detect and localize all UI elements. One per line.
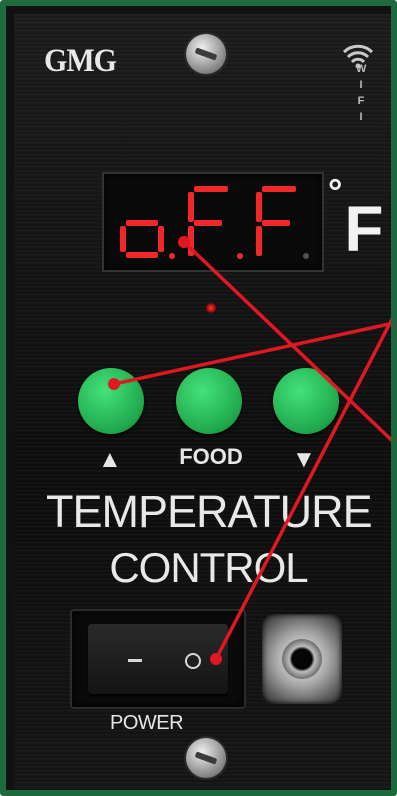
display-digit-2 [256,186,296,256]
power-on-mark [185,653,201,669]
power-switch[interactable] [88,624,228,694]
panel-title-line1: TEMPERATURE [46,486,373,537]
probe-jack[interactable] [262,614,342,704]
seven-segment-readout [120,186,309,259]
brand-logo: GMG [44,42,117,79]
status-led [206,303,216,313]
wifi-letter: I [359,111,363,123]
food-button[interactable] [176,368,242,434]
up-arrow-icon: ▲ [98,446,122,473]
degree-symbol: ° [328,171,343,212]
bottom-screw [186,738,226,778]
display-dot [303,253,309,259]
display-dot [169,253,175,259]
unit-label: °F [328,171,384,260]
wifi-letter: W [356,63,367,75]
power-label: POWER [110,712,184,734]
panel-title-line2: CONTROL [109,544,308,591]
controller-frame: GMG W I F I °F ▲ FOOD ▼ TEMPERATURE CONT… [0,0,397,796]
down-arrow-icon: ▼ [292,446,316,473]
wifi-letter: I [359,79,363,91]
display-digit-1 [188,186,228,256]
power-off-mark [128,659,142,662]
wifi-letter: F [357,95,365,107]
wifi-label: W I F I [356,61,366,125]
top-screw [186,34,226,74]
food-button-label: FOOD [179,444,243,469]
temp-up-button[interactable] [78,368,144,434]
unit-letter: F [344,192,384,265]
display-digit-0 [120,220,164,258]
temp-down-button[interactable] [273,368,339,434]
display-dot [237,253,243,259]
